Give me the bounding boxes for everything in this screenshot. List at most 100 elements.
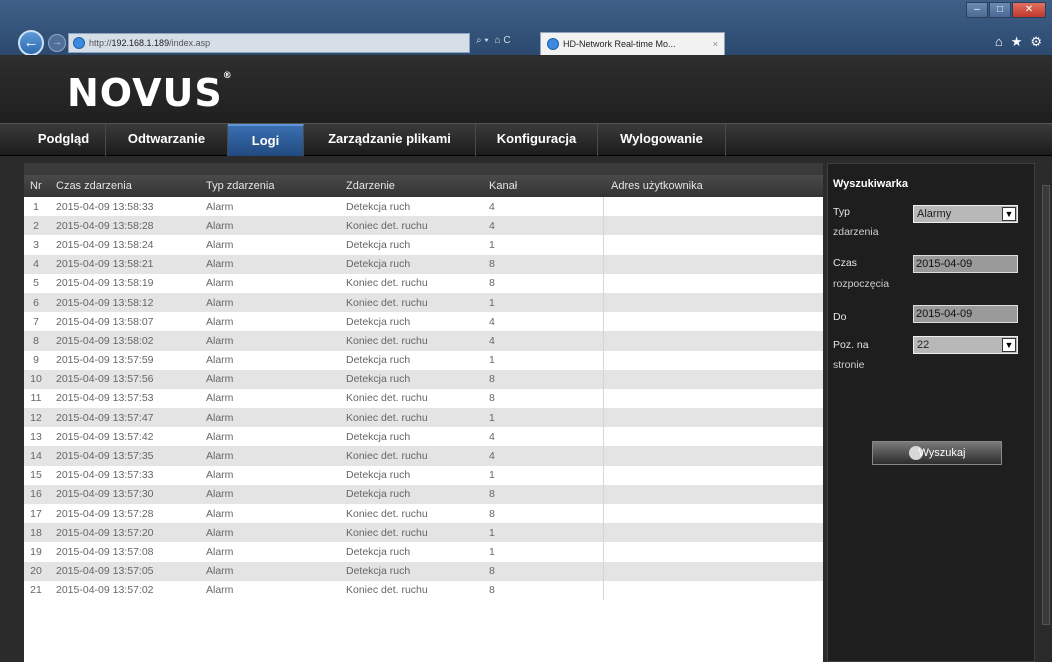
menu-item-logi[interactable]: Logi	[228, 124, 304, 156]
cell-nr: 2	[33, 219, 39, 232]
start-date-field[interactable]: 2015-04-09	[913, 255, 1018, 273]
scrollbar-thumb[interactable]	[1042, 185, 1050, 625]
cell-typ: Alarm	[206, 545, 234, 558]
cell-typ: Alarm	[206, 354, 234, 367]
gear-icon[interactable]: ⚙	[1030, 34, 1042, 50]
chevron-down-icon[interactable]: ▼	[1002, 338, 1016, 352]
cell-czas: 2015-04-09 13:58:07	[56, 315, 154, 328]
event-type-select[interactable]: Alarmy ▼	[913, 205, 1018, 223]
table-row[interactable]: 2 2015-04-09 13:58:28 Alarm Koniec det. ruc…	[24, 216, 823, 236]
novus-logo: NOVUS®	[67, 71, 233, 115]
address-bar[interactable]: http:// 192.168.1.189 /index.asp	[68, 33, 470, 53]
table-row[interactable]: 19 2015-04-09 13:57:08 Alarm Detekcja ruch 1	[24, 542, 823, 562]
cell-nr: 18	[30, 526, 42, 539]
table-row[interactable]: 18 2015-04-09 13:57:20 Alarm Koniec det. ru…	[24, 523, 823, 543]
cell-kanal: 1	[489, 411, 495, 424]
cell-typ: Alarm	[206, 469, 234, 482]
cell-kanal: 8	[489, 277, 495, 290]
close-button[interactable]: ✕	[1012, 2, 1046, 18]
cell-typ: Alarm	[206, 373, 234, 386]
star-icon[interactable]: ★	[1011, 34, 1023, 50]
cell-zdarzenie: Detekcja ruch	[346, 545, 411, 558]
cell-typ: Alarm	[206, 450, 234, 463]
table-row[interactable]: 1 2015-04-09 13:58:33 Alarm Detekcja ruch 4	[24, 197, 823, 217]
browser-window: – □ ✕ ← → http:// 192.168.1.189 /index.a…	[0, 0, 1052, 662]
cell-czas: 2015-04-09 13:57:47	[56, 411, 154, 424]
cell-zdarzenie: Detekcja ruch	[346, 315, 411, 328]
menu-item-odtwarzanie[interactable]: Odtwarzanie	[106, 124, 228, 156]
browser-tab[interactable]: HD-Network Real-time Mo... ×	[540, 32, 725, 55]
cell-zdarzenie: Koniec det. ruchu	[346, 526, 428, 539]
cell-zdarzenie: Koniec det. ruchu	[346, 334, 428, 347]
table-row[interactable]: 6 2015-04-09 13:58:12 Alarm Koniec det. ruc…	[24, 292, 823, 313]
url-prefix: http://	[89, 38, 112, 48]
table-row[interactable]: 21 2015-04-09 13:57:02 Alarm Koniec det. ru…	[24, 580, 823, 600]
tab-close-icon[interactable]: ×	[713, 39, 718, 49]
maximize-button[interactable]: □	[989, 2, 1011, 18]
table-row[interactable]: 7 2015-04-09 13:58:07 Alarm Detekcja ruch 4	[24, 312, 823, 332]
tab-page-icon	[547, 38, 559, 50]
cell-adres	[602, 312, 823, 332]
cell-zdarzenie: Koniec det. ruchu	[346, 584, 428, 597]
main-menu: Podgląd Odtwarzanie Logi Zarządzanie pli…	[0, 123, 1052, 156]
browser-chrome: – □ ✕ ← → http:// 192.168.1.189 /index.a…	[0, 0, 1052, 56]
cell-adres	[602, 388, 823, 409]
url-path: /index.asp	[169, 38, 211, 48]
search-title: Wyszukiwarka	[833, 178, 909, 190]
home-icon[interactable]: ⌂	[995, 34, 1003, 50]
cell-nr: 9	[33, 354, 39, 367]
tab-title: HD-Network Real-time Mo...	[563, 39, 676, 49]
table-row[interactable]: 11 2015-04-09 13:57:53 Alarm Koniec det. ru…	[24, 388, 823, 409]
menu-item-podglad[interactable]: Podgląd	[22, 124, 106, 156]
cell-zdarzenie: Koniec det. ruchu	[346, 411, 428, 424]
table-row[interactable]: 20 2015-04-09 13:57:05 Alarm Detekcja ruch 8	[24, 561, 823, 581]
cell-adres	[602, 235, 823, 255]
window-controls: – □ ✕	[966, 2, 1046, 18]
minimize-button[interactable]: –	[966, 2, 988, 18]
search-dropdown-icon[interactable]: ⌕ ▾	[476, 35, 489, 46]
table-row[interactable]: 17 2015-04-09 13:57:28 Alarm Koniec det. ru…	[24, 504, 823, 524]
forward-arrow-icon[interactable]: →	[48, 34, 66, 52]
cell-kanal: 8	[489, 258, 495, 271]
per-page-select[interactable]: 22 ▼	[913, 336, 1018, 354]
page-scrollbar[interactable]	[1040, 163, 1052, 662]
menu-item-wylogowanie[interactable]: Wylogowanie	[598, 124, 726, 156]
chevron-down-icon[interactable]: ▼	[1002, 207, 1016, 221]
table-row[interactable]: 13 2015-04-09 13:57:42 Alarm Detekcja ruch 4	[24, 427, 823, 447]
table-row[interactable]: 5 2015-04-09 13:58:19 Alarm Koniec det. ruc…	[24, 273, 823, 293]
cell-czas: 2015-04-09 13:57:53	[56, 392, 154, 405]
event-type-label: Typ	[833, 206, 850, 218]
table-row[interactable]: 12 2015-04-09 13:57:47 Alarm Koniec det. ru…	[24, 408, 823, 428]
table-row[interactable]: 4 2015-04-09 13:58:21 Alarm Detekcja ruch 8	[24, 254, 823, 274]
browser-toolbar-icons: ⌂ ★ ⚙	[995, 34, 1042, 50]
table-header-row: Nr Czas zdarzenia Typ zdarzenia Zdarzeni…	[24, 175, 823, 197]
end-date-field[interactable]: 2015-04-09	[913, 305, 1018, 323]
cell-adres	[602, 408, 823, 428]
cell-czas: 2015-04-09 13:57:56	[56, 373, 154, 386]
cell-kanal: 8	[489, 507, 495, 520]
compat-refresh-icon[interactable]: ⌂ C	[495, 35, 511, 46]
cell-adres	[602, 331, 823, 351]
menu-item-zarzadzanie-plikami[interactable]: Zarządzanie plikami	[304, 124, 476, 156]
table-row[interactable]: 10 2015-04-09 13:57:56 Alarm Detekcja ruch 8	[24, 369, 823, 389]
table-row[interactable]: 9 2015-04-09 13:57:59 Alarm Detekcja ruch 1	[24, 350, 823, 370]
back-arrow-icon[interactable]: ←	[18, 30, 44, 56]
search-button-label: Wyszukaj	[918, 447, 966, 459]
table-row[interactable]: 3 2015-04-09 13:58:24 Alarm Detekcja ruch 1	[24, 235, 823, 255]
cell-kanal: 1	[489, 469, 495, 482]
cell-adres	[602, 484, 823, 504]
cell-zdarzenie: Detekcja ruch	[346, 430, 411, 443]
cell-kanal: 1	[489, 545, 495, 558]
table-row[interactable]: 8 2015-04-09 13:58:02 Alarm Koniec det. ruc…	[24, 331, 823, 351]
table-row[interactable]: 16 2015-04-09 13:57:30 Alarm Detekcja ruch 8	[24, 484, 823, 504]
per-page-label-2: stronie	[833, 359, 865, 371]
col-header-nr: Nr	[30, 180, 42, 192]
cell-zdarzenie: Koniec det. ruchu	[346, 507, 428, 520]
table-row[interactable]: 15 2015-04-09 13:57:33 Alarm Detekcja ruch 1	[24, 465, 823, 485]
search-button[interactable]: Wyszukaj	[872, 441, 1002, 465]
cell-adres	[602, 542, 823, 562]
menu-item-konfiguracja[interactable]: Konfiguracja	[476, 124, 598, 156]
cell-czas: 2015-04-09 13:57:42	[56, 430, 154, 443]
table-row[interactable]: 14 2015-04-09 13:57:35 Alarm Koniec det. ru…	[24, 446, 823, 466]
cell-kanal: 1	[489, 354, 495, 367]
